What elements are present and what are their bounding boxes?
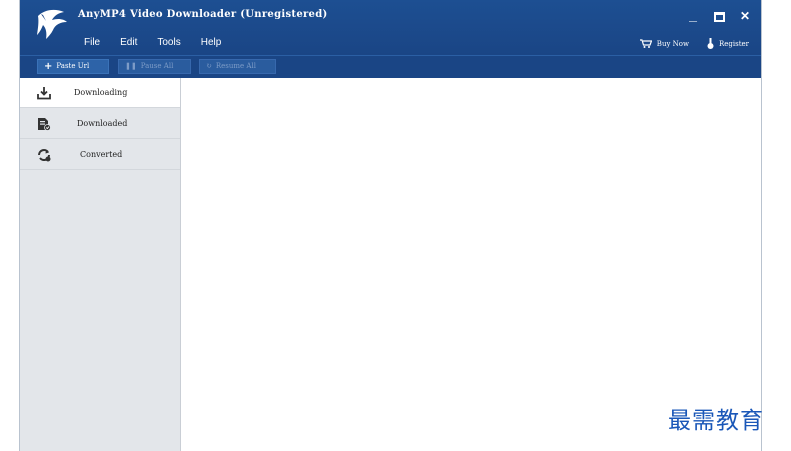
app-logo-icon (37, 9, 67, 39)
sidebar-label-downloading: Downloading (74, 88, 128, 97)
pause-icon: ❚❚ (125, 62, 137, 70)
close-button[interactable]: ✕ (739, 9, 751, 25)
maximize-icon (713, 12, 725, 22)
title-bar: AnyMP4 Video Downloader (Unregistered) F… (20, 0, 761, 55)
sidebar-item-downloaded[interactable]: Downloaded (20, 109, 180, 139)
minimize-button[interactable]: _ (687, 8, 699, 25)
window-title: AnyMP4 Video Downloader (Unregistered) (78, 9, 328, 20)
pause-all-button[interactable]: ❚❚ Pause All (118, 59, 191, 74)
cart-icon (639, 39, 652, 48)
top-links: Buy Now Register (639, 38, 749, 49)
download-icon (37, 87, 51, 100)
download-list-area[interactable] (181, 78, 761, 451)
register-label: Register (718, 39, 749, 48)
toolbar: + Paste Url ❚❚ Pause All ↻ Resume All (20, 55, 761, 78)
key-icon (707, 38, 714, 49)
sidebar: Downloading Downloaded Converted (20, 78, 181, 451)
refresh-icon: ↻ (206, 62, 212, 70)
resume-all-button[interactable]: ↻ Resume All (199, 59, 276, 74)
menu-file[interactable]: File (84, 37, 100, 48)
menu-help[interactable]: Help (201, 37, 222, 48)
app-window: AnyMP4 Video Downloader (Unregistered) F… (19, 0, 762, 451)
menu-tools[interactable]: Tools (157, 37, 180, 48)
paste-url-label: Paste Url (56, 62, 90, 70)
sidebar-label-converted: Converted (80, 150, 123, 159)
sidebar-label-downloaded: Downloaded (77, 119, 128, 128)
sidebar-item-converted[interactable]: Converted (20, 140, 180, 170)
paste-url-button[interactable]: + Paste Url (37, 59, 109, 74)
watermark-text: 最需教育 (668, 408, 764, 434)
plus-icon: + (44, 60, 53, 72)
buy-now-label: Buy Now (656, 39, 689, 48)
resume-all-label: Resume All (215, 62, 256, 70)
menu-edit[interactable]: Edit (120, 37, 137, 48)
buy-now-link[interactable]: Buy Now (639, 39, 689, 48)
convert-icon (38, 149, 51, 162)
menu-bar: File Edit Tools Help (84, 37, 241, 48)
window-controls: _ ✕ (687, 8, 751, 25)
pause-all-label: Pause All (140, 62, 174, 70)
sidebar-item-downloading[interactable]: Downloading (20, 78, 180, 108)
maximize-button[interactable] (713, 9, 725, 25)
register-link[interactable]: Register (707, 38, 749, 49)
downloaded-file-icon (38, 118, 51, 131)
